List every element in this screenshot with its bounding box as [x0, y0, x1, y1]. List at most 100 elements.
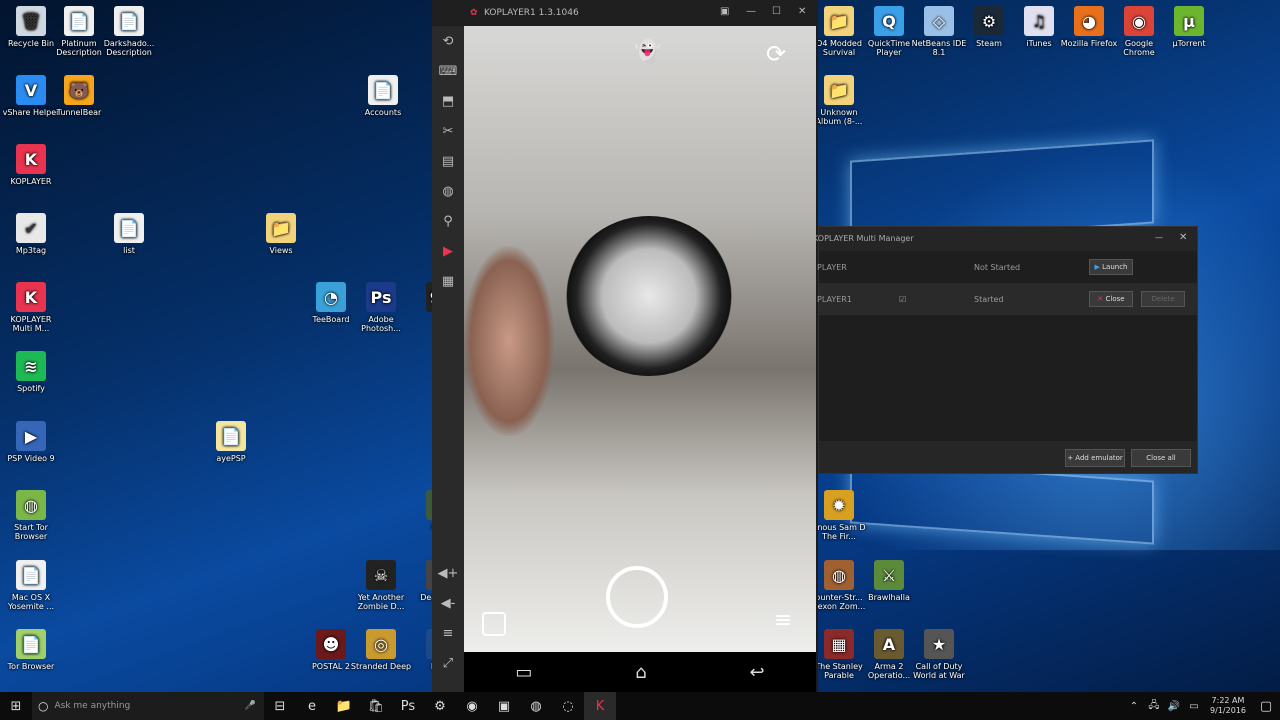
tray-icons: ⌃ 🖧 🔊 ▭ — [1124, 692, 1204, 720]
desktop-icon[interactable]: 📄 ayePSP — [200, 421, 262, 463]
desktop-icon-label: Accounts — [364, 108, 402, 117]
manager-title-bar[interactable]: KOPLAYER Multi Manager — ✕ — [813, 227, 1197, 251]
volume-down-icon[interactable]: ◀- — [432, 588, 464, 618]
manager-title: KOPLAYER Multi Manager — [813, 234, 914, 243]
gamepad-icon[interactable]: ▦ — [432, 266, 464, 296]
app-icon: ☠ — [366, 560, 396, 590]
desktop-icon[interactable]: 📄 Darkshado... Description — [98, 6, 160, 57]
desktop-icon[interactable]: ◎ Stranded Deep — [350, 629, 412, 671]
manager-footer: + Add emulator Close all — [819, 441, 1197, 473]
recent-apps-icon[interactable]: ▭ — [515, 662, 532, 683]
app-icon[interactable]: ▣ — [488, 692, 520, 720]
desktop-icon[interactable]: ★ Call of Duty World at War — [908, 629, 970, 680]
app-icon: ◉ — [1124, 6, 1154, 36]
steam-icon[interactable]: ⚙ — [424, 692, 456, 720]
chrome-icon[interactable]: ◉ — [456, 692, 488, 720]
manager-minimize-button[interactable]: — — [1155, 233, 1163, 242]
record-icon[interactable]: ▶ — [432, 236, 464, 266]
app-icon[interactable]: ◌ — [552, 692, 584, 720]
manager-close-button[interactable]: ✕ — [1179, 232, 1187, 243]
app-icon: 📄 — [114, 213, 144, 243]
desktop-icon[interactable]: 🐻 TunnelBear — [48, 75, 110, 117]
edge-icon[interactable]: e — [296, 692, 328, 720]
desktop-icon[interactable]: ◍ Start Tor Browser — [0, 490, 62, 541]
fullscreen-icon[interactable]: ⤢ — [432, 648, 464, 678]
maximize-button[interactable]: ☐ — [772, 6, 781, 17]
app-icon: ◇ — [924, 6, 954, 36]
store-icon[interactable]: 🛍 — [360, 692, 392, 720]
play-icon: ▶ — [1094, 263, 1100, 271]
snapchat-ghost-icon[interactable]: 👻 — [634, 40, 661, 65]
folder-icon[interactable]: ▤ — [432, 146, 464, 176]
desktop-icon[interactable]: K KOPLAYER Multi M... — [0, 282, 62, 333]
desktop-icon[interactable]: 📄 list — [98, 213, 160, 255]
volume-icon[interactable]: 🔊 — [1164, 692, 1184, 720]
desktop-icon[interactable]: 📄 Tor Browser — [0, 629, 62, 671]
start-button[interactable]: ⊞ — [0, 692, 32, 720]
apk-icon[interactable]: ⬒ — [432, 86, 464, 116]
android-nav-bar: ▭ ⌂ ↩ — [464, 652, 816, 692]
desktop-icon[interactable]: Ps Adobe Photosh... — [350, 282, 412, 333]
desktop-icon-label: Views — [269, 246, 293, 255]
keyboard-icon[interactable]: ▭ — [1184, 692, 1204, 720]
location-icon[interactable]: ◍ — [432, 176, 464, 206]
close-all-button[interactable]: Close all — [1131, 449, 1191, 467]
menu-icon[interactable]: ≡ — [774, 608, 792, 633]
app-icon: 📄 — [16, 629, 46, 659]
app-icon: ◎ — [366, 629, 396, 659]
app-icon: 🗑 — [16, 6, 46, 36]
back-icon[interactable]: ↩ — [749, 662, 764, 683]
photoshop-icon[interactable]: Ps — [392, 692, 424, 720]
menu-icon[interactable]: ≡ — [432, 618, 464, 648]
desktop-icon[interactable]: 📁 Views — [250, 213, 312, 255]
app-icon: ≋ — [16, 351, 46, 381]
gps-icon[interactable]: ⚲ — [432, 206, 464, 236]
screenshot-icon[interactable]: ▣ — [720, 6, 729, 17]
memories-icon[interactable] — [482, 612, 506, 636]
add-emulator-button[interactable]: + Add emulator — [1065, 449, 1125, 467]
desktop-icon[interactable]: ▶ PSP Video 9 — [0, 421, 62, 463]
desktop-icon-label: Tor Browser — [7, 662, 55, 671]
emulator-status: Not Started — [974, 262, 1021, 272]
cortana-search-box[interactable]: ○ Ask me anything 🎤 — [32, 692, 264, 720]
desktop-icon[interactable]: 📄 Mac OS X Yosemite ... — [0, 560, 62, 611]
emulator-checkbox[interactable]: ☑ — [899, 295, 906, 304]
rotate-icon[interactable]: ⟲ — [432, 26, 464, 56]
app-icon: ✔ — [16, 213, 46, 243]
camera-viewfinder[interactable]: 👻 ⟳ ≡ — [464, 26, 816, 652]
camera-flip-icon[interactable]: ⟳ — [766, 40, 786, 68]
desktop-icon[interactable]: ⚔ Brawlhalla — [858, 560, 920, 602]
cortana-icon: ○ — [38, 699, 49, 713]
delete-button[interactable]: Delete — [1141, 291, 1185, 307]
minimize-button[interactable]: — — [746, 6, 756, 17]
desktop-icon[interactable]: 📄 Accounts — [352, 75, 414, 117]
network-icon[interactable]: 🖧 — [1144, 692, 1164, 720]
close-emulator-button[interactable]: ✕ Close — [1089, 291, 1133, 307]
show-hidden-icons-icon[interactable]: ⌃ — [1124, 692, 1144, 720]
task-view-icon[interactable]: ⊟ — [264, 692, 296, 720]
microphone-icon[interactable]: 🎤 — [245, 701, 256, 711]
desktop-icon[interactable]: µ µTorrent — [1158, 6, 1220, 48]
file-explorer-icon[interactable]: 📁 — [328, 692, 360, 720]
desktop-icon[interactable]: ✔ Mp3tag — [0, 213, 62, 255]
koplayer-icon[interactable]: K — [584, 692, 616, 720]
close-button[interactable]: ✕ — [798, 6, 806, 17]
desktop-icon[interactable]: K KOPLAYER — [0, 144, 62, 186]
face-image — [464, 246, 554, 436]
desktop-icon[interactable]: ≋ Spotify — [0, 351, 62, 393]
emulator-title-bar[interactable]: ✿ KOPLAYER1 1.3.1046 ▣ — ☐ ✕ — [432, 0, 818, 26]
notifications-icon[interactable]: ▢ — [1252, 692, 1280, 720]
app-icon[interactable]: ◍ — [520, 692, 552, 720]
app-icon: ♫ — [1024, 6, 1054, 36]
app-icon: 📄 — [64, 6, 94, 36]
desktop-icon-label: list — [123, 246, 135, 255]
launch-button[interactable]: ▶ Launch — [1089, 259, 1133, 275]
volume-up-icon[interactable]: ◀+ — [432, 558, 464, 588]
clock[interactable]: 7:22 AM 9/1/2016 — [1204, 696, 1252, 716]
home-icon[interactable]: ⌂ — [635, 662, 646, 683]
desktop-icon[interactable]: ☠ Yet Another Zombie D... — [350, 560, 412, 611]
keyboard-icon[interactable]: ⌨ — [432, 56, 464, 86]
system-tray: ⌃ 🖧 🔊 ▭ 7:22 AM 9/1/2016 ▢ — [1124, 692, 1280, 720]
scissors-icon[interactable]: ✂ — [432, 116, 464, 146]
shutter-button[interactable] — [606, 566, 668, 628]
